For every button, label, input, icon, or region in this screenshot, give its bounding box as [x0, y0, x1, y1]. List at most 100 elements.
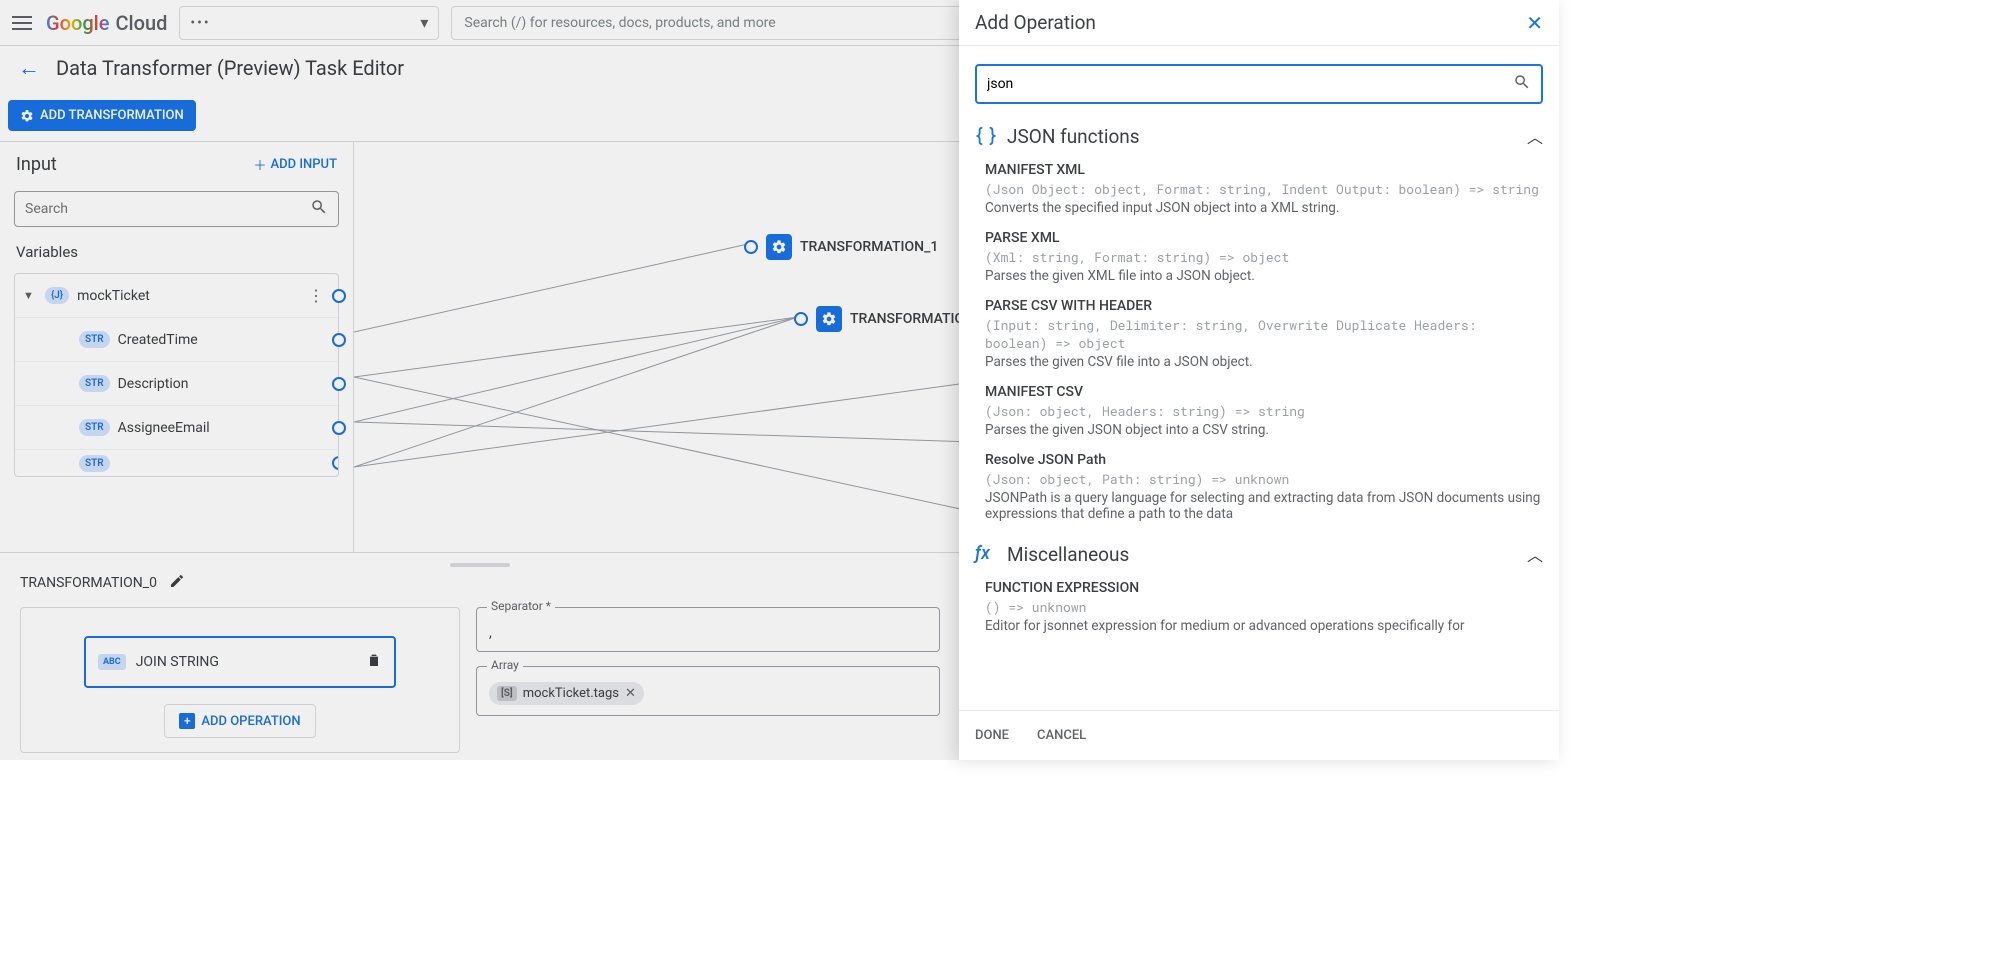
section-json-functions: JSON functions ︿ MANIFEST XML (Json Obje… — [975, 124, 1543, 522]
chevron-down-icon[interactable]: ▼ — [23, 289, 37, 302]
type-badge-str: STR — [79, 331, 110, 348]
function-item[interactable]: FUNCTION EXPRESSION () => unknown Editor… — [985, 580, 1543, 634]
menu-icon[interactable] — [10, 11, 34, 35]
remove-tag-icon[interactable]: ✕ — [625, 686, 636, 701]
op-label: JOIN STRING — [136, 654, 356, 670]
project-picker[interactable]: ••• ▾ — [179, 6, 439, 40]
op-type-badge: ABC — [98, 654, 126, 670]
close-icon[interactable]: ✕ — [1526, 11, 1543, 35]
output-port[interactable] — [332, 333, 346, 347]
variable-tree: ▼ {J} mockTicket ⋮ STR CreatedTime STR D… — [14, 273, 339, 477]
function-signature: () => unknown — [985, 598, 1543, 616]
transformation-name: TRANSFORMATION_0 — [20, 575, 157, 591]
tag-value: mockTicket.tags — [523, 686, 619, 701]
field-label: Array — [487, 658, 523, 672]
output-port[interactable] — [332, 456, 338, 470]
function-item[interactable]: PARSE CSV WITH HEADER (Input: string, De… — [985, 298, 1543, 370]
function-signature: (Json Object: object, Format: string, In… — [985, 180, 1543, 198]
variable-field[interactable]: STR AssigneeEmail — [15, 406, 338, 450]
cancel-button[interactable]: CANCEL — [1037, 728, 1086, 743]
variable-root[interactable]: ▼ {J} mockTicket ⋮ — [15, 274, 338, 318]
add-transformation-label: ADD TRANSFORMATION — [40, 108, 184, 123]
separator-field[interactable]: Separator * , — [476, 607, 940, 652]
function-description: Parses the given XML file into a JSON ob… — [985, 268, 1543, 284]
trash-icon[interactable] — [366, 652, 382, 672]
plus-icon: ＋ — [254, 155, 267, 174]
function-item[interactable]: PARSE XML (Xml: string, Format: string) … — [985, 230, 1543, 284]
function-description: Converts the specified input JSON object… — [985, 200, 1543, 216]
type-badge-str: STR — [79, 419, 110, 436]
output-port[interactable] — [332, 289, 346, 303]
variable-search[interactable] — [14, 191, 339, 227]
variable-name: Description — [118, 376, 330, 392]
type-badge-string-array: [S] — [497, 686, 517, 701]
chevron-up-icon: ︿ — [1527, 124, 1543, 148]
input-port[interactable] — [794, 312, 808, 326]
section-miscellaneous: ƒx Miscellaneous ︿ FUNCTION EXPRESSION (… — [975, 542, 1543, 634]
page-title: Data Transformer (Preview) Task Editor — [56, 56, 404, 80]
variable-search-input[interactable] — [25, 201, 310, 217]
search-placeholder: Search (/) for resources, docs, products… — [464, 15, 775, 31]
add-operation-button[interactable]: + ADD OPERATION — [164, 704, 315, 738]
chevron-down-icon: ▾ — [420, 13, 428, 32]
project-icon: ••• — [190, 15, 210, 31]
search-icon — [1513, 73, 1531, 95]
variable-field[interactable]: STR CreatedTime — [15, 318, 338, 362]
transformation-editor-panel: TRANSFORMATION_0 ABC JOIN STRING + ADD O… — [0, 552, 960, 760]
variables-heading: Variables — [0, 237, 353, 267]
function-item[interactable]: Resolve JSON Path (Json: object, Path: s… — [985, 452, 1543, 522]
function-name: PARSE CSV WITH HEADER — [985, 298, 1543, 314]
sidebar-title: Input — [16, 154, 57, 175]
done-button[interactable]: DONE — [975, 728, 1009, 743]
variable-field[interactable]: STR Description — [15, 362, 338, 406]
drawer-title: Add Operation — [975, 11, 1096, 34]
edit-icon[interactable] — [169, 573, 185, 593]
function-description: Parses the given CSV file into a JSON ob… — [985, 354, 1543, 370]
search-icon — [310, 198, 328, 220]
add-transformation-button[interactable]: ADD TRANSFORMATION — [8, 100, 196, 131]
array-field[interactable]: Array [S] mockTicket.tags ✕ — [476, 666, 940, 716]
drag-handle[interactable] — [450, 563, 510, 567]
array-tag-chip[interactable]: [S] mockTicket.tags ✕ — [489, 682, 644, 705]
add-input-button[interactable]: ＋ ADD INPUT — [254, 155, 337, 174]
gear-icon — [766, 234, 792, 260]
function-item[interactable]: MANIFEST CSV (Json: object, Headers: str… — [985, 384, 1543, 438]
node-label: TRANSFORMATION_1 — [800, 239, 938, 255]
function-description: Editor for jsonnet expression for medium… — [985, 618, 1543, 634]
function-name: FUNCTION EXPRESSION — [985, 580, 1543, 596]
variable-name: mockTicket — [77, 288, 302, 304]
field-label: Separator * — [487, 599, 555, 613]
product-logo[interactable]: GoogleCloud — [46, 11, 167, 35]
add-operation-label: ADD OPERATION — [201, 714, 300, 729]
function-item[interactable]: MANIFEST XML (Json Object: object, Forma… — [985, 162, 1543, 216]
type-badge-json: {J} — [45, 287, 69, 304]
operation-fields: Separator * , Array [S] mockTicket.tags … — [476, 607, 940, 753]
chevron-up-icon: ︿ — [1527, 542, 1543, 566]
operation-search-input[interactable] — [987, 76, 1513, 92]
function-name: Resolve JSON Path — [985, 452, 1543, 468]
function-name: PARSE XML — [985, 230, 1543, 246]
operation-card[interactable]: ABC JOIN STRING — [84, 636, 396, 688]
function-signature: (Json: object, Path: string) => unknown — [985, 470, 1543, 488]
kebab-icon[interactable]: ⋮ — [302, 286, 330, 305]
output-port[interactable] — [332, 421, 346, 435]
function-signature: (Input: string, Delimiter: string, Overw… — [985, 316, 1543, 352]
transformation-node[interactable]: TRANSFORMATION_1 — [744, 234, 938, 260]
section-header[interactable]: JSON functions ︿ — [975, 124, 1543, 148]
variable-name: CreatedTime — [118, 332, 330, 348]
operation-list: ABC JOIN STRING + ADD OPERATION — [20, 607, 460, 753]
gear-icon — [816, 306, 842, 332]
function-signature: (Xml: string, Format: string) => object — [985, 248, 1543, 266]
section-title: JSON functions — [1007, 125, 1140, 148]
input-port[interactable] — [744, 240, 758, 254]
output-port[interactable] — [332, 377, 346, 391]
section-header[interactable]: ƒx Miscellaneous ︿ — [975, 542, 1543, 566]
back-arrow-icon[interactable]: ← — [18, 55, 40, 81]
plus-icon: + — [179, 713, 195, 729]
add-operation-drawer: Add Operation ✕ JSON functions ︿ MANIFES… — [959, 0, 1559, 760]
variable-field-partial[interactable]: STR — [15, 450, 338, 476]
function-signature: (Json: object, Headers: string) => strin… — [985, 402, 1543, 420]
transformation-node[interactable]: TRANSFORMATION_2 — [794, 306, 970, 332]
operation-search[interactable] — [975, 64, 1543, 104]
function-name: MANIFEST XML — [985, 162, 1543, 178]
